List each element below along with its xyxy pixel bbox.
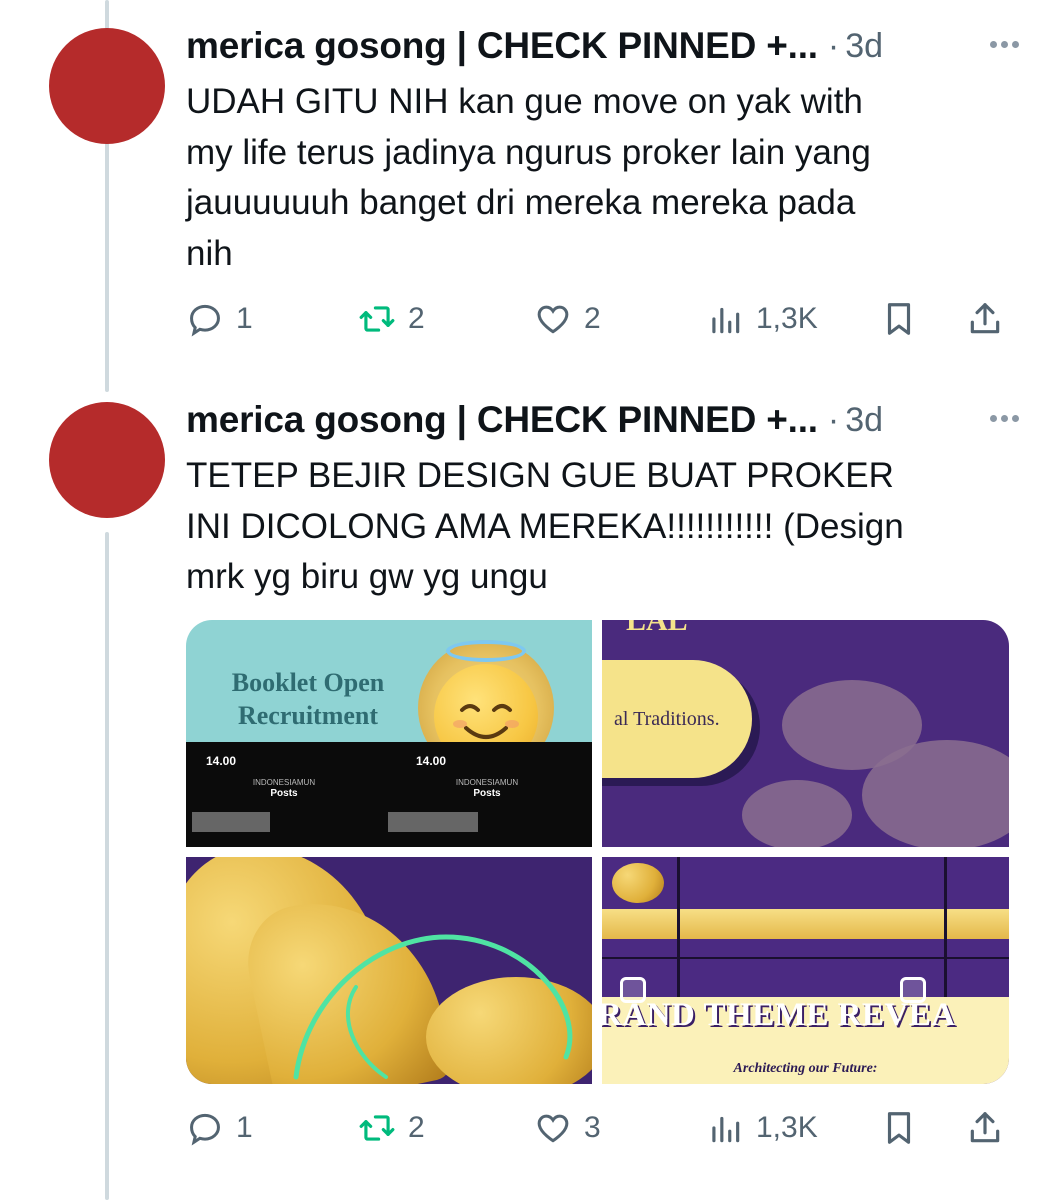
separator-dot: ·: [827, 26, 840, 65]
share-button[interactable]: [966, 1106, 1004, 1150]
media-image-3[interactable]: [186, 857, 592, 1084]
heart-icon: [537, 305, 569, 334]
retweet-button[interactable]: 2: [358, 297, 425, 341]
like-count: 2: [584, 302, 601, 335]
avatar[interactable]: [49, 402, 165, 518]
tradition-text: al Traditions.: [614, 708, 720, 730]
blurred-region: [388, 812, 478, 832]
timestamp[interactable]: 3d: [845, 401, 883, 440]
phone-screenshot-1: 14.00 INDONESIAMUN Posts: [186, 742, 382, 847]
booklet-title: Booklet Open Recruitment: [231, 668, 385, 730]
phone-time: 14.00: [206, 754, 237, 768]
phone-screenshot-2: 14.00 INDONESIAMUN Posts: [382, 742, 592, 847]
reply-count: 1: [236, 302, 253, 335]
separator-dot: ·: [827, 400, 840, 439]
media-image-2[interactable]: LAL al Traditions.: [602, 620, 1009, 847]
reply-icon: [190, 304, 220, 337]
like-button[interactable]: 3: [534, 1106, 601, 1150]
bookmark-icon: [887, 1112, 911, 1144]
heart-icon: [537, 1114, 569, 1143]
reply-button[interactable]: 1: [186, 1106, 253, 1150]
annotation-circle: [293, 934, 573, 1080]
gold-ornament: [612, 863, 664, 903]
more-options-icon[interactable]: [982, 400, 1026, 436]
bookmark-button[interactable]: [880, 297, 918, 341]
media-grid: Booklet Open Recruitment 14.00 INDONESIA…: [186, 620, 1009, 1084]
gold-band: [602, 909, 1009, 939]
views-count: 1,3K: [756, 302, 818, 335]
views-count: 1,3K: [756, 1111, 818, 1144]
tweet-header: merica gosong | CHECK PINNED +... · 3d: [186, 24, 1026, 68]
retweet-button[interactable]: 2: [358, 1106, 425, 1150]
theme-title: RAND THEME REVEA: [602, 997, 956, 1033]
tweet: merica gosong | CHECK PINNED +... · 3d U…: [186, 24, 1026, 279]
phone-posts-label: Posts: [270, 788, 298, 799]
author-name[interactable]: merica gosong | CHECK PINNED +...: [186, 399, 818, 441]
cloud-shape: [742, 780, 852, 847]
tweet-header: merica gosong | CHECK PINNED +... · 3d: [186, 398, 1026, 442]
like-count: 3: [584, 1111, 601, 1144]
share-icon: [970, 1112, 1000, 1143]
retweet-count: 2: [408, 1111, 425, 1144]
tweet-actions: 1 2 3 1,3K: [186, 1106, 1006, 1150]
phone-posts-label: Posts: [473, 788, 501, 799]
phone-time: 14.00: [416, 754, 447, 768]
share-button[interactable]: [966, 297, 1004, 341]
blurred-region: [192, 812, 270, 832]
views-icon: [712, 1116, 740, 1143]
header-letters: LAL: [626, 620, 688, 637]
retweet-count: 2: [408, 302, 425, 335]
views-button[interactable]: 1,3K: [706, 1106, 818, 1150]
timestamp[interactable]: 3d: [845, 27, 883, 66]
phone-account: INDONESIAMUN: [252, 778, 316, 787]
thread-line-bottom: [105, 532, 109, 1200]
retweet-icon: [359, 306, 395, 332]
reply-icon: [190, 1113, 220, 1146]
share-icon: [970, 303, 1000, 334]
bookmark-icon: [887, 303, 911, 335]
grid-line: [602, 957, 1009, 959]
media-image-1[interactable]: Booklet Open Recruitment 14.00 INDONESIA…: [186, 620, 592, 847]
like-button[interactable]: 2: [534, 297, 601, 341]
views-icon: [712, 307, 740, 334]
avatar[interactable]: [49, 28, 165, 144]
author-name[interactable]: merica gosong | CHECK PINNED +...: [186, 25, 818, 67]
phone-account: INDONESIAMUN: [455, 778, 519, 787]
views-button[interactable]: 1,3K: [706, 297, 818, 341]
more-options-icon[interactable]: [982, 26, 1026, 62]
tweet-text: TETEP BEJIR DESIGN GUE BUAT PROKER INI D…: [186, 456, 904, 596]
tweet-actions: 1 2 2 1,3K: [186, 297, 1006, 341]
halo-icon: [446, 640, 526, 662]
bookmark-button[interactable]: [880, 1106, 918, 1150]
theme-subtitle: Architecting our Future:: [733, 1061, 878, 1076]
media-image-4[interactable]: RAND THEME REVEA Architecting our Future…: [602, 857, 1009, 1084]
reply-count: 1: [236, 1111, 253, 1144]
reply-button[interactable]: 1: [186, 297, 253, 341]
tweet: merica gosong | CHECK PINNED +... · 3d T…: [186, 398, 1026, 603]
retweet-icon: [359, 1115, 395, 1141]
tweet-text: UDAH GITU NIH kan gue move on yak with m…: [186, 82, 871, 273]
